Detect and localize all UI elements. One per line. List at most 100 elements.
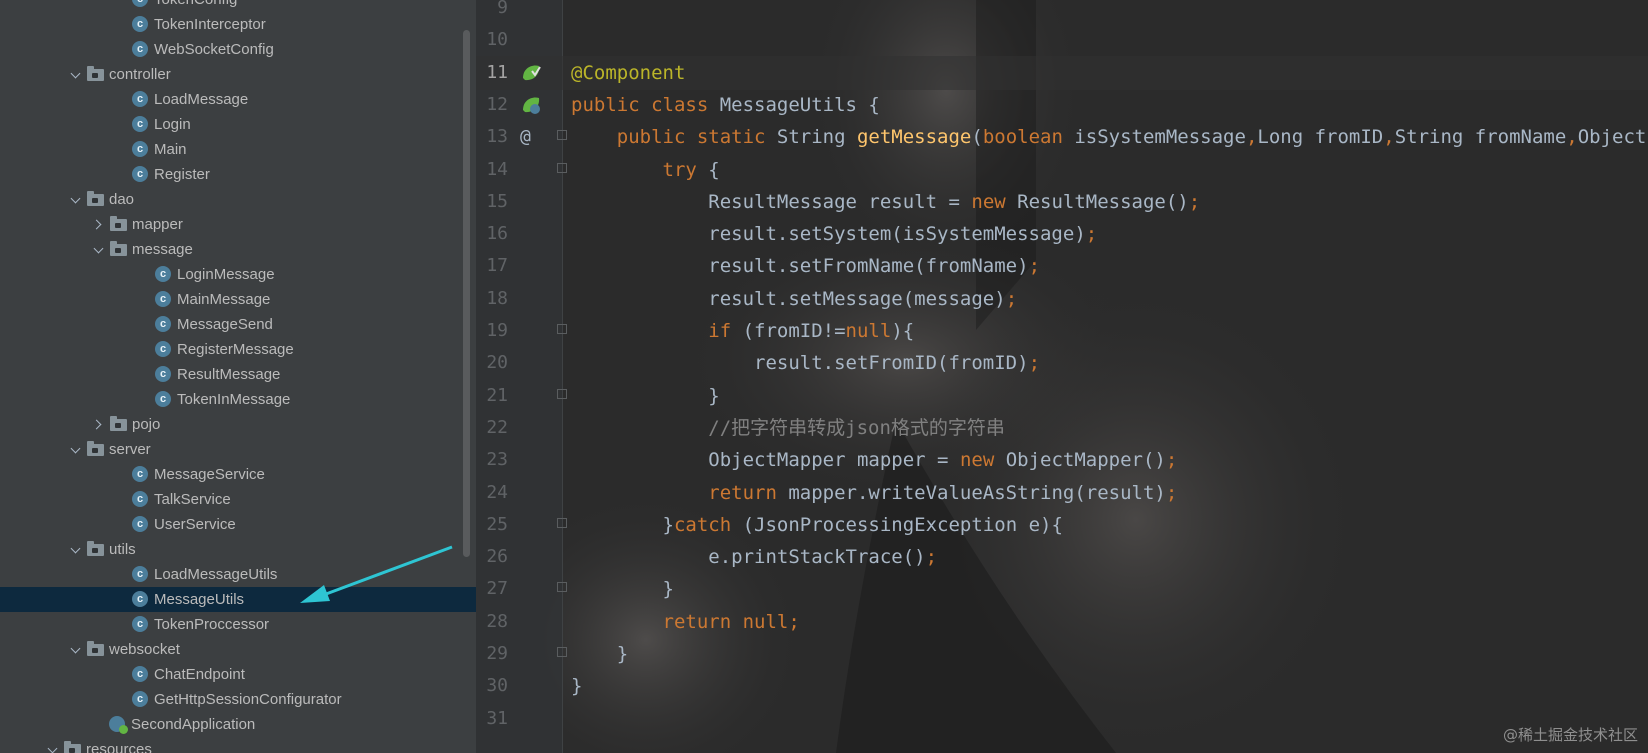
tree-folder-row[interactable]: pojo <box>0 412 476 437</box>
spring-bean-class-icon[interactable] <box>520 94 542 116</box>
tree-file-row[interactable]: c TokenConfig <box>0 0 476 12</box>
tree-file-row[interactable]: c WebSocketConfig <box>0 37 476 62</box>
code-text: public static String getMessage(boolean … <box>571 120 1648 154</box>
code-line[interactable]: 31 <box>476 702 1648 736</box>
tree-folder-row[interactable]: mapper <box>0 212 476 237</box>
code-line[interactable]: 20 result.setFromID(fromID); <box>476 346 1648 380</box>
tree-folder-row[interactable]: resources <box>0 737 476 753</box>
line-number: 10 <box>486 29 508 51</box>
code-text: } <box>571 669 582 703</box>
tree-file-row[interactable]: c TokenInMessage <box>0 387 476 412</box>
tree-folder-row[interactable]: utils <box>0 537 476 562</box>
tree-folder-row[interactable]: server <box>0 437 476 462</box>
line-number: 20 <box>486 352 508 374</box>
code-line[interactable]: 11 @Component <box>476 55 1648 90</box>
code-line[interactable]: 10 <box>476 23 1648 57</box>
tree-file-row[interactable]: c TokenProccessor <box>0 612 476 637</box>
code-line[interactable]: 17 result.setFromName(fromName); <box>476 249 1648 283</box>
code-token: catch <box>673 513 743 536</box>
fold-marker-icon[interactable] <box>557 647 567 659</box>
code-line[interactable]: 18 result.setMessage(message); <box>476 282 1648 316</box>
tree-file-row[interactable]: c TokenInterceptor <box>0 12 476 37</box>
fold-marker-icon[interactable] <box>557 517 567 530</box>
tree-folder-row[interactable]: message <box>0 237 476 262</box>
code-line[interactable]: 16 result.setSystem(isSystemMessage); <box>476 217 1648 251</box>
tree-item-label: ResultMessage <box>177 366 281 383</box>
tree-file-row[interactable]: c MessageSend <box>0 312 476 337</box>
fold-marker-icon[interactable] <box>557 324 567 336</box>
fold-marker-icon[interactable] <box>557 162 567 175</box>
tree-item-label: mapper <box>132 216 183 233</box>
override-marker-icon[interactable]: @ <box>520 120 531 154</box>
tree-item-label: dao <box>109 191 135 208</box>
tree-file-row[interactable]: c Register <box>0 162 476 187</box>
code-line[interactable]: 13 @ public static String getMessage(bool… <box>476 120 1648 154</box>
tree-file-row[interactable]: c LoginMessage <box>0 262 476 287</box>
fold-marker-icon[interactable] <box>557 582 567 594</box>
class-icon: c <box>155 366 171 382</box>
code-line[interactable]: 22 //把字符串转成json格式的字符串 <box>476 411 1648 445</box>
tree-file-row[interactable]: c TalkService <box>0 487 476 512</box>
code-token: String fromName <box>1394 126 1567 149</box>
class-icon: c <box>155 341 171 357</box>
tree-file-row[interactable]: c GetHttpSessionConfigurator <box>0 687 476 712</box>
tree-folder-row[interactable]: dao <box>0 187 476 212</box>
code-token: //把字符串转成json格式的字符串 <box>571 416 1005 439</box>
class-icon: c <box>132 141 148 157</box>
code-token: MessageUtils { <box>719 93 880 116</box>
tree-file-row[interactable]: c RegisterMessage <box>0 337 476 362</box>
fold-marker-icon[interactable] <box>557 130 567 142</box>
project-tree-panel: c TokenConfig c TokenInterceptor c WebSocketC… <box>0 0 476 753</box>
tree-file-row[interactable]: c MessageService <box>0 462 476 487</box>
code-token: , <box>1566 126 1578 149</box>
folder-icon <box>110 241 127 256</box>
tree-file-row[interactable]: c LoadMessageUtils <box>0 562 476 587</box>
line-number: 16 <box>486 223 508 245</box>
line-number: 26 <box>486 546 508 568</box>
code-line[interactable]: 30} <box>476 669 1648 703</box>
code-line[interactable]: 26 e.printStackTrace(); <box>476 540 1648 574</box>
code-editor[interactable]: 9 10 11 @Component 12 public class MessageUti… <box>476 0 1648 753</box>
code-line[interactable]: 19 if (fromID!=null){ <box>476 314 1648 348</box>
code-line[interactable]: 21 } <box>476 379 1648 413</box>
tree-item-label: UserService <box>154 516 236 533</box>
tree-file-row[interactable]: c LoadMessage <box>0 87 476 112</box>
tree-item-label: TalkService <box>154 491 231 508</box>
tree-folder-row[interactable]: websocket <box>0 637 476 662</box>
class-icon: c <box>132 16 148 32</box>
code-line[interactable]: 23 ObjectMapper mapper = new ObjectMappe… <box>476 443 1648 477</box>
tree-file-row[interactable]: c UserService <box>0 512 476 537</box>
tree-folder-row[interactable]: controller <box>0 62 476 87</box>
tree-item-label: utils <box>109 541 136 558</box>
line-number: 15 <box>486 190 508 212</box>
class-icon: c <box>132 41 148 57</box>
code-text: }catch (JsonProcessingException e){ <box>571 508 1063 542</box>
line-number: 23 <box>486 449 508 471</box>
code-line[interactable]: 14 try { <box>476 153 1648 187</box>
code-line[interactable]: 9 <box>476 0 1648 25</box>
tree-file-row[interactable]: c MessageUtils <box>0 587 476 612</box>
code-line[interactable]: 24 return mapper.writeValueAsString(resu… <box>476 476 1648 510</box>
class-icon: c <box>132 616 148 632</box>
code-line[interactable]: 12 public class MessageUtils { <box>476 88 1648 122</box>
code-token: ResultMessage result = <box>571 190 972 213</box>
project-tree-scrollbar[interactable] <box>463 30 470 557</box>
tree-item-label: TokenConfig <box>154 0 237 12</box>
tree-file-row[interactable]: c ChatEndpoint <box>0 662 476 687</box>
tree-file-row[interactable]: c MainMessage <box>0 287 476 312</box>
code-token: public static <box>571 126 777 149</box>
tree-file-row[interactable]: c Login <box>0 112 476 137</box>
tree-file-row[interactable]: c Main <box>0 137 476 162</box>
code-line[interactable]: 25 }catch (JsonProcessingException e){ <box>476 508 1648 542</box>
code-line[interactable]: 27 } <box>476 572 1648 606</box>
code-line[interactable]: 28 return null; <box>476 605 1648 639</box>
tree-item-label: WebSocketConfig <box>154 41 274 58</box>
tree-file-row[interactable]: SecondApplication <box>0 712 476 737</box>
tree-file-row[interactable]: c ResultMessage <box>0 362 476 387</box>
code-line[interactable]: 29 } <box>476 637 1648 671</box>
tree-item-label: LoginMessage <box>177 266 275 283</box>
spring-bean-icon[interactable] <box>520 62 542 84</box>
fold-marker-icon[interactable] <box>557 388 567 401</box>
code-token: ; <box>1028 255 1041 278</box>
code-line[interactable]: 15 ResultMessage result = new ResultMess… <box>476 185 1648 219</box>
